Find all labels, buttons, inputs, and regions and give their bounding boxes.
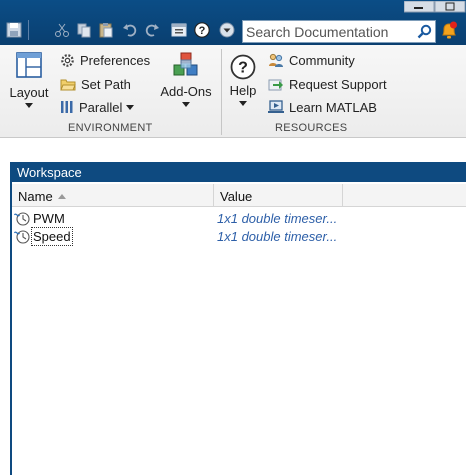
add-ons-button[interactable]: Add-Ons: [158, 52, 214, 107]
gear-icon: [61, 53, 74, 67]
column-name-label: Name: [18, 189, 53, 204]
community-button[interactable]: Community: [268, 50, 355, 70]
search-documentation-box[interactable]: [242, 20, 436, 43]
save-icon[interactable]: [6, 22, 22, 38]
chevron-down-icon: [182, 102, 190, 107]
parallel-label: Parallel: [79, 99, 123, 115]
column-header-value[interactable]: Value: [214, 184, 343, 207]
learn-matlab-label: Learn MATLAB: [289, 99, 377, 115]
add-ons-label: Add-Ons: [160, 84, 212, 99]
redo-icon[interactable]: [144, 22, 160, 38]
table-row[interactable]: PWM 1x1 double timeser...: [12, 210, 466, 227]
toolbar-separator: [28, 20, 29, 40]
help-icon: ?: [230, 54, 256, 80]
folder-icon: [60, 79, 76, 91]
layout-icon: [16, 52, 42, 78]
variable-name: PWM: [33, 211, 65, 226]
quick-access-menu-icon[interactable]: [219, 22, 235, 38]
svg-text:?: ?: [238, 60, 248, 77]
undo-icon[interactable]: [122, 22, 138, 38]
notification-bell-icon[interactable]: [440, 21, 458, 41]
table-row[interactable]: Speed 1x1 double timeser...: [12, 227, 466, 246]
preferences-label: Preferences: [80, 52, 151, 68]
chevron-down-icon: [126, 104, 135, 110]
workspace-panel: Workspace Name Value PWM 1x1 double time…: [12, 162, 466, 475]
variable-value: 1x1 double timeser...: [217, 211, 338, 226]
column-header-name[interactable]: Name: [12, 184, 214, 207]
chevron-down-icon: [239, 101, 247, 106]
set-path-button[interactable]: Set Path: [60, 74, 131, 94]
chevron-down-icon: [25, 103, 33, 108]
layout-label: Layout: [9, 85, 49, 100]
help-button[interactable]: ? Help: [226, 54, 260, 106]
column-value-label: Value: [220, 189, 253, 204]
switch-windows-icon[interactable]: [171, 22, 187, 38]
copy-icon[interactable]: [76, 22, 92, 38]
sort-ascending-icon: [57, 194, 66, 199]
workspace-title[interactable]: Workspace: [12, 162, 466, 182]
parallel-icon: [61, 101, 73, 113]
cut-icon[interactable]: [54, 22, 70, 38]
set-path-label: Set Path: [81, 76, 131, 92]
parallel-button[interactable]: Parallel: [60, 97, 135, 117]
request-support-button[interactable]: Request Support: [268, 74, 387, 94]
variable-value: 1x1 double timeser...: [217, 229, 338, 244]
request-support-label: Request Support: [289, 76, 387, 92]
workspace-table-header: Name Value: [12, 184, 466, 207]
layout-button[interactable]: Layout: [6, 52, 52, 108]
learn-matlab-icon: [268, 100, 284, 113]
help-label: Help: [229, 83, 257, 98]
timeseries-icon: [14, 230, 30, 244]
search-icon[interactable]: [417, 24, 432, 39]
environment-group-label: ENVIRONMENT: [68, 122, 153, 134]
community-label: Community: [289, 52, 355, 68]
quick-access-toolbar: ?: [0, 0, 466, 45]
community-icon: [269, 53, 283, 67]
variable-name: Speed: [31, 227, 73, 246]
help-icon[interactable]: ?: [194, 22, 211, 39]
panel-gap: [0, 138, 466, 162]
request-support-icon: [268, 79, 283, 91]
window-controls: [403, 0, 466, 13]
svg-text:?: ?: [199, 25, 206, 37]
timeseries-icon: [14, 212, 30, 226]
search-input[interactable]: [246, 22, 416, 41]
add-ons-icon: [173, 52, 198, 76]
preferences-button[interactable]: Preferences: [60, 50, 150, 70]
paste-icon[interactable]: [98, 22, 114, 38]
resources-group-label: RESOURCES: [275, 122, 348, 134]
learn-matlab-button[interactable]: Learn MATLAB: [268, 97, 377, 117]
ribbon-separator: [221, 49, 222, 135]
